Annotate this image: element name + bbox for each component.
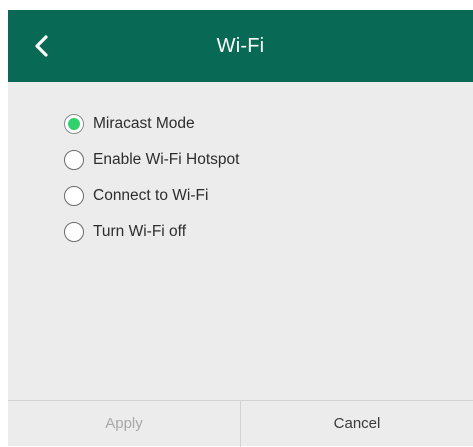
radio-button[interactable] (64, 114, 84, 134)
wifi-mode-options: Miracast Mode Enable Wi-Fi Hotspot Conne… (64, 106, 239, 250)
option-label: Turn Wi-Fi off (93, 223, 187, 240)
option-label: Miracast Mode (93, 115, 195, 132)
option-enable-wifi-hotspot[interactable]: Enable Wi-Fi Hotspot (64, 142, 239, 178)
header-bar: Wi-Fi (8, 10, 473, 82)
radio-button[interactable] (64, 150, 84, 170)
radio-button[interactable] (64, 222, 84, 242)
option-label: Enable Wi-Fi Hotspot (93, 151, 240, 168)
cancel-button[interactable]: Cancel (241, 401, 473, 447)
option-connect-to-wifi[interactable]: Connect to Wi-Fi (64, 178, 239, 214)
wifi-dialog: Wi-Fi Miracast Mode Enable Wi-Fi Hotspot… (8, 10, 473, 447)
radio-button[interactable] (64, 186, 84, 206)
option-miracast-mode[interactable]: Miracast Mode (64, 106, 239, 142)
apply-button[interactable]: Apply (8, 401, 241, 447)
dialog-footer: Apply Cancel (8, 400, 473, 447)
page-title: Wi-Fi (216, 35, 265, 57)
option-turn-wifi-off[interactable]: Turn Wi-Fi off (64, 214, 239, 250)
option-label: Connect to Wi-Fi (93, 187, 209, 204)
